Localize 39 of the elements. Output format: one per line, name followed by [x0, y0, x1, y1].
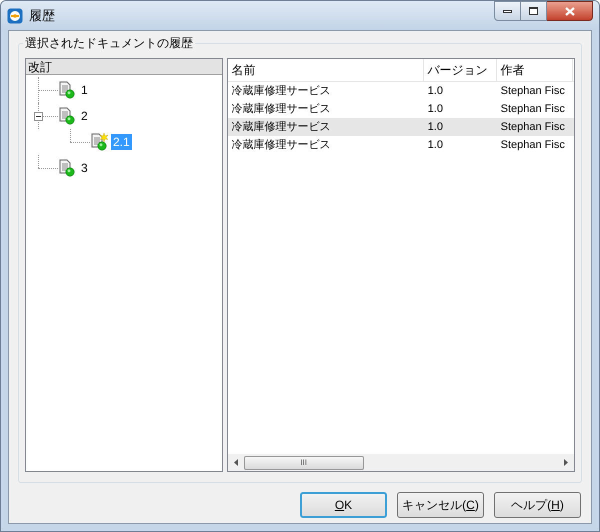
tree-item[interactable]: 2: [79, 108, 90, 124]
table-cell-text: Stephan Fisc: [500, 138, 566, 153]
table-cell-text: 1.0: [426, 120, 444, 135]
column-header[interactable]: バージョン: [424, 59, 497, 81]
tree-item[interactable]: 3: [79, 160, 90, 176]
document-icon: [58, 159, 76, 177]
maximize-button[interactable]: [521, 1, 547, 21]
horizontal-scrollbar[interactable]: III: [228, 454, 574, 471]
close-icon: [564, 6, 574, 16]
column-header[interactable]: 名前: [228, 59, 424, 81]
dialog-button[interactable]: ヘルプ(H): [494, 492, 581, 518]
table-row[interactable]: 冷蔵庫修理サービス 1.0 Stephan Fisc: [228, 118, 574, 136]
document-icon: [58, 81, 76, 99]
column-header[interactable]: 作者: [496, 59, 573, 81]
scrollbar-thumb[interactable]: III: [244, 456, 364, 470]
table-cell-text: Stephan Fisc: [500, 102, 566, 117]
tree-item[interactable]: 1: [79, 82, 90, 98]
dialog-button[interactable]: OK: [300, 492, 387, 518]
window-title: 履歴: [29, 6, 55, 25]
table-cell-text: 冷蔵庫修理サービス: [230, 102, 332, 117]
scroll-left-icon: [234, 459, 238, 466]
table-cell-text: 冷蔵庫修理サービス: [230, 138, 332, 153]
document-icon: [58, 107, 76, 125]
table-cell-text: 1.0: [426, 102, 444, 117]
column-header[interactable]: 改訂: [26, 59, 222, 75]
dialog-button[interactable]: キャンセル(C): [397, 492, 484, 518]
table-cell-text: 1.0: [426, 138, 444, 153]
table-cell-text: 冷蔵庫修理サービス: [230, 84, 332, 99]
new-document-icon: [90, 133, 108, 151]
collapse-toggle[interactable]: [34, 112, 43, 121]
table-cell-text: 冷蔵庫修理サービス: [230, 120, 332, 135]
group-label: 選択されたドキュメントの履歴: [23, 35, 195, 51]
close-button[interactable]: [547, 1, 593, 21]
scroll-right-icon: [564, 459, 568, 466]
app-icon: [7, 8, 23, 24]
table-cell-text: Stephan Fisc: [500, 120, 566, 135]
table-cell-text: 1.0: [426, 84, 444, 99]
table-cell-text: Stephan Fisc: [500, 84, 566, 99]
minimize-button[interactable]: [494, 1, 521, 21]
